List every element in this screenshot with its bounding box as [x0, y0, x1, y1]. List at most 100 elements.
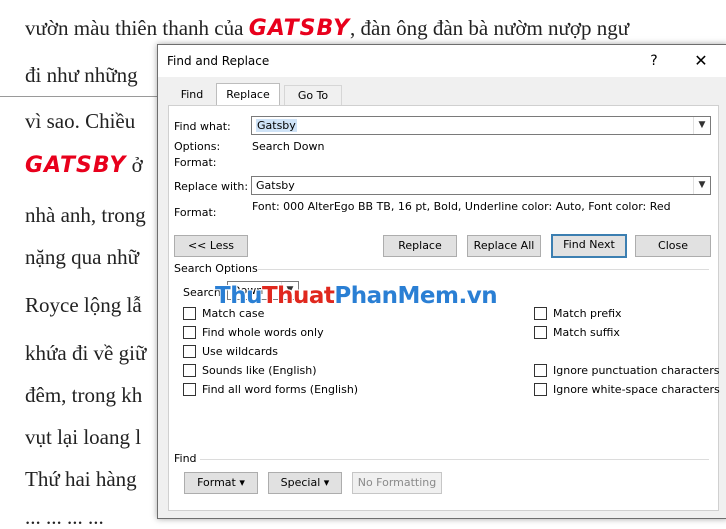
doc-line-3: vì sao. Chiều — [25, 109, 135, 133]
format-button[interactable]: Format ▾ — [184, 472, 258, 494]
find-section-divider — [200, 459, 709, 460]
checkbox-label: Match prefix — [553, 307, 622, 320]
doc-line-11: Thứ hai hàng — [25, 467, 137, 491]
page-divider — [0, 96, 160, 97]
doc-line-9: đêm, trong kh — [25, 383, 142, 407]
doc-line-5: nhà anh, trong — [25, 203, 146, 227]
replace-all-button[interactable]: Replace All — [467, 235, 541, 257]
less-button-label: << Less — [187, 239, 235, 252]
checkbox-box[interactable] — [183, 345, 196, 358]
tab-replace[interactable]: Replace — [216, 83, 280, 106]
doc-text: ... ... ... ... — [25, 505, 104, 529]
replace-with-label: Replace with: — [174, 180, 249, 193]
find-what-input[interactable]: Gatsby ▼ — [251, 116, 711, 135]
doc-brand-text: GATSBY — [25, 153, 127, 178]
doc-text: vườn màu thiên thanh của — [25, 16, 249, 40]
doc-line-1: vườn màu thiên thanh của GATSBY, đàn ông… — [25, 16, 629, 41]
doc-line-7: Royce lộng lẫ — [25, 293, 142, 317]
replace-with-value: Gatsby — [256, 179, 295, 192]
watermark-part1: Thu — [215, 283, 262, 309]
checkbox-label: Find all word forms (English) — [202, 383, 359, 396]
doc-line-2: đi như những — [25, 63, 138, 87]
doc-line-4: GATSBY ở — [25, 153, 143, 178]
options-label: Options: — [174, 140, 221, 153]
doc-text: Thứ hai hàng — [25, 467, 137, 491]
watermark-part2: Thuat — [261, 283, 335, 309]
less-button[interactable]: << Less — [174, 235, 248, 257]
checkbox-label: Sounds like (English) — [202, 364, 317, 377]
match-suffix-checkbox[interactable]: Match suffix — [534, 326, 620, 339]
close-button[interactable]: Close — [635, 235, 711, 257]
no-formatting-button[interactable]: No Formatting — [352, 472, 442, 494]
tab-goto[interactable]: Go To — [284, 85, 342, 106]
doc-text: nặng qua nhữ — [25, 245, 140, 269]
doc-text: ở — [126, 153, 143, 177]
checkbox-box[interactable] — [183, 383, 196, 396]
doc-text: vì sao. Chiều — [25, 109, 136, 133]
tab-find[interactable]: Find — [172, 85, 212, 105]
doc-brand-text: GATSBY — [248, 16, 351, 41]
format-label: Format: — [174, 156, 217, 169]
match-prefix-checkbox[interactable]: Match prefix — [534, 307, 622, 320]
ignore-whitespace-checkbox[interactable]: Ignore white-space characters — [534, 383, 720, 396]
dropdown-arrow-icon: ▾ — [323, 476, 330, 489]
close-icon[interactable]: ✕ — [689, 51, 713, 71]
search-options-divider — [258, 269, 709, 270]
word-forms-checkbox[interactable]: Find all word forms (English) — [183, 383, 358, 396]
options-value: Search Down — [252, 140, 325, 153]
title-bar[interactable]: Find and Replace ? ✕ — [158, 45, 726, 77]
tab-replace-label: Replace — [226, 88, 270, 101]
checkbox-box[interactable] — [183, 326, 196, 339]
replace-button[interactable]: Replace — [383, 235, 457, 257]
doc-line-10: vụt lại loang l — [25, 425, 141, 449]
checkbox-label: Find whole words only — [202, 326, 324, 339]
chevron-down-icon[interactable]: ▼ — [693, 117, 710, 134]
checkbox-box[interactable] — [534, 307, 547, 320]
dialog-title: Find and Replace — [167, 54, 270, 68]
special-button[interactable]: Special ▾ — [268, 472, 342, 494]
whole-words-checkbox[interactable]: Find whole words only — [183, 326, 324, 339]
close-button-label: Close — [658, 239, 688, 252]
sounds-like-checkbox[interactable]: Sounds like (English) — [183, 364, 317, 377]
doc-line-6: nặng qua nhữ — [25, 245, 139, 269]
find-what-label: Find what: — [174, 120, 231, 133]
doc-text: , đàn ông đàn bà nườm nượp ngư — [350, 16, 630, 40]
no-formatting-button-label: No Formatting — [357, 476, 437, 489]
search-options-label: Search Options — [174, 262, 258, 275]
doc-text: nhà anh, trong — [25, 203, 146, 227]
doc-line-12: ... ... ... ... — [25, 505, 104, 529]
doc-text: đi như những — [25, 63, 138, 87]
ignore-punctuation-checkbox[interactable]: Ignore punctuation characters — [534, 364, 719, 377]
checkbox-label: Ignore white-space characters — [553, 383, 720, 396]
wildcards-checkbox[interactable]: Use wildcards — [183, 345, 278, 358]
help-button[interactable]: ? — [644, 51, 664, 71]
doc-text: đêm, trong kh — [25, 383, 143, 407]
dropdown-arrow-icon: ▾ — [239, 476, 245, 489]
checkbox-box[interactable] — [534, 364, 547, 377]
tab-goto-label: Go To — [297, 89, 329, 102]
watermark-logo: ThuThuatPhanMem.vn — [215, 283, 498, 309]
format-button-label: Format — [197, 476, 236, 489]
doc-line-8: khứa đi về giữ — [25, 341, 146, 365]
find-replace-dialog: Find and Replace ? ✕ Find Replace Go To … — [157, 44, 726, 519]
find-next-button-label: Find Next — [563, 238, 615, 251]
replace-with-input[interactable]: Gatsby ▼ — [251, 176, 711, 195]
doc-text: khứa đi về giữ — [25, 341, 147, 365]
checkbox-box[interactable] — [183, 364, 196, 377]
checkbox-label: Ignore punctuation characters — [553, 364, 720, 377]
checkbox-label: Use wildcards — [202, 345, 278, 358]
find-next-button[interactable]: Find Next — [551, 234, 627, 258]
chevron-down-icon[interactable]: ▼ — [693, 177, 710, 194]
find-section-label: Find — [174, 452, 197, 465]
format2-label: Format: — [174, 206, 217, 219]
tab-find-label: Find — [180, 88, 204, 101]
checkbox-label: Match suffix — [553, 326, 620, 339]
watermark-part3: PhanMem.vn — [334, 283, 498, 309]
format2-value: Font: 000 AlterEgo BB TB, 16 pt, Bold, U… — [252, 200, 671, 213]
checkbox-box[interactable] — [183, 307, 196, 320]
special-button-label: Special — [280, 476, 321, 489]
doc-text: Royce lộng lẫ — [25, 293, 142, 317]
checkbox-box[interactable] — [534, 383, 547, 396]
doc-text: vụt lại loang l — [25, 425, 142, 449]
checkbox-box[interactable] — [534, 326, 547, 339]
